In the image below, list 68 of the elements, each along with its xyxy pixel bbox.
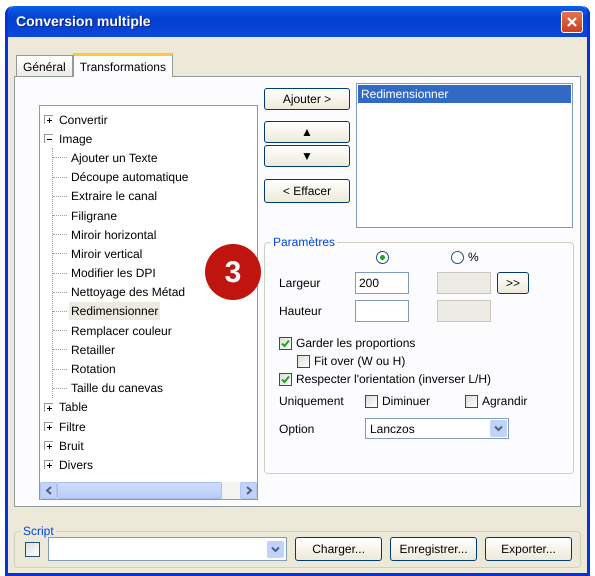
- script-button[interactable]: Exporter...: [485, 537, 572, 561]
- text-field[interactable]: [355, 300, 409, 322]
- script-button[interactable]: Charger...: [295, 537, 382, 561]
- tree-item[interactable]: Miroir vertical: [69, 244, 144, 263]
- radio-button[interactable]: [451, 250, 464, 264]
- checkbox[interactable]: [465, 394, 478, 408]
- scroll-thumb[interactable]: [57, 482, 222, 499]
- checkbox[interactable]: [297, 354, 310, 368]
- tree-item[interactable]: Ajouter un Texte: [69, 148, 160, 167]
- tree-item[interactable]: Extraire le canal: [69, 187, 160, 206]
- tree-item[interactable]: Convertir: [59, 110, 108, 129]
- tab[interactable]: Général: [16, 55, 73, 76]
- close-button[interactable]: [561, 10, 583, 32]
- group-title: Script: [22, 525, 55, 537]
- tree-item[interactable]: Redimensionner: [69, 302, 160, 320]
- tree-item[interactable]: Taille du canevas: [69, 379, 166, 398]
- horizontal-scrollbar[interactable]: [40, 482, 257, 499]
- tree-item[interactable]: Nettoyage des Métad: [69, 283, 188, 302]
- expand-icon[interactable]: [44, 402, 53, 412]
- tree-item[interactable]: Retailler: [69, 340, 118, 359]
- apply-button[interactable]: >>: [497, 272, 529, 294]
- expand-icon[interactable]: [44, 115, 53, 124]
- list-item[interactable]: Redimensionner: [358, 85, 571, 103]
- move-down-button[interactable]: ▼: [264, 145, 350, 167]
- script-button[interactable]: Enregistrer...: [390, 537, 478, 561]
- checkbox-label: Fit over (W ou H): [314, 353, 406, 370]
- checkbox-label: Respecter l'orientation (inverser L/H): [296, 371, 492, 388]
- dropdown[interactable]: Lanczos: [365, 418, 509, 439]
- tree-item[interactable]: Filtre: [59, 418, 86, 436]
- percent-field[interactable]: [437, 272, 491, 294]
- close-icon: [566, 16, 578, 28]
- tree-item[interactable]: Miroir horizontal: [69, 226, 158, 244]
- checkbox-label: Agrandir: [482, 393, 528, 410]
- tree-item[interactable]: Modifier les DPI: [69, 264, 158, 282]
- field-label: Uniquement: [279, 393, 345, 410]
- scroll-right-icon[interactable]: [240, 482, 257, 499]
- field-label: Largeur: [279, 275, 322, 292]
- move-up-button[interactable]: ▲: [264, 121, 350, 143]
- group-title: Paramètres: [272, 236, 336, 248]
- window-title: Conversion multiple: [16, 12, 151, 31]
- percent-field[interactable]: [437, 300, 491, 322]
- tree-item[interactable]: Rotation: [69, 360, 118, 378]
- expand-icon[interactable]: [44, 441, 53, 450]
- tree-item[interactable]: Découpe automatique: [69, 168, 190, 186]
- tree-item[interactable]: Divers: [59, 456, 94, 474]
- radio-button[interactable]: [376, 250, 388, 264]
- field-label: Option: [279, 420, 316, 438]
- tree-item[interactable]: Remplacer couleur: [69, 322, 174, 340]
- tree-item[interactable]: Bruit: [59, 436, 84, 455]
- combo-box[interactable]: [48, 537, 288, 561]
- expand-icon[interactable]: [44, 460, 53, 470]
- scroll-left-icon[interactable]: [40, 482, 57, 499]
- text-field[interactable]: 200: [355, 272, 409, 294]
- checkbox[interactable]: [25, 542, 40, 556]
- checkbox-label: Garder les proportions: [296, 335, 416, 352]
- checkbox-label: Diminuer: [382, 393, 430, 410]
- checkbox[interactable]: [365, 394, 378, 408]
- tree-item[interactable]: Filigrane: [69, 206, 120, 225]
- tree-item[interactable]: Table: [59, 398, 88, 416]
- radio-label: %: [468, 249, 479, 266]
- tree-item[interactable]: Image: [59, 130, 92, 148]
- expand-icon[interactable]: [44, 422, 53, 432]
- checkbox[interactable]: [279, 372, 292, 386]
- clear-button[interactable]: < Effacer: [264, 179, 350, 203]
- add-button[interactable]: Ajouter >: [264, 88, 350, 110]
- tab[interactable]: Transformations: [72, 53, 173, 77]
- checkbox[interactable]: [279, 336, 292, 350]
- field-label: Hauteur: [279, 303, 323, 320]
